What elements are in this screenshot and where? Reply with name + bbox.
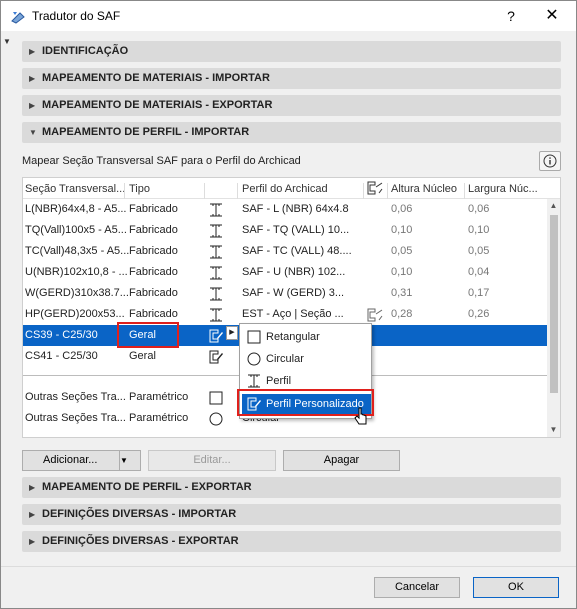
expand-arrow-icon: ▶: [29, 101, 36, 110]
footer-divider: [1, 566, 576, 567]
col-type[interactable]: Tipo: [129, 183, 150, 195]
profile-icon[interactable]: [209, 308, 223, 322]
table-row[interactable]: HP(GERD)200x53... Fabricado EST - Aço | …: [23, 304, 547, 325]
scroll-thumb[interactable]: [550, 215, 558, 393]
section-label: IDENTIFICAÇÃO: [42, 45, 129, 57]
section-label: MAPEAMENTO DE MATERIAIS - EXPORTAR: [42, 99, 273, 111]
section-label: DEFINIÇÕES DIVERSAS - IMPORTAR: [42, 508, 237, 520]
app-icon: [10, 9, 26, 25]
saf-translator-dialog: Tradutor do SAF ? ✕ ▼ ▶ IDENTIFICAÇÃO ▶ …: [0, 0, 577, 609]
section-profile-export[interactable]: ▶ MAPEAMENTO DE PERFIL - EXPORTAR: [22, 477, 561, 498]
delete-button[interactable]: Apagar: [283, 450, 400, 471]
dropdown-arrow-icon[interactable]: ▼: [119, 451, 141, 470]
col-section[interactable]: Seção Transversal...: [25, 183, 125, 195]
vertical-scrollbar[interactable]: ▲ ▼: [547, 199, 560, 437]
section-label: DEFINIÇÕES DIVERSAS - EXPORTAR: [42, 535, 239, 547]
close-button[interactable]: ✕: [539, 6, 565, 26]
profile-icon: [247, 374, 261, 388]
section-misc-export[interactable]: ▶ DEFINIÇÕES DIVERSAS - EXPORTAR: [22, 531, 561, 552]
scroll-down-icon[interactable]: ▼: [547, 425, 560, 435]
section-material-export[interactable]: ▶ MAPEAMENTO DE MATERIAIS - EXPORTAR: [22, 95, 561, 116]
table-row[interactable]: W(GERD)310x38.7... Fabricado SAF - W (GE…: [23, 283, 547, 304]
annotation-highlight-type: [117, 322, 179, 348]
custom-profile-icon[interactable]: [209, 350, 223, 364]
rectangle-icon[interactable]: [209, 391, 223, 405]
section-profile-import[interactable]: ▼ MAPEAMENTO DE PERFIL - IMPORTAR: [22, 122, 561, 143]
custom-profile-icon: [367, 308, 383, 322]
edit-button[interactable]: Editar...: [148, 450, 276, 471]
info-button[interactable]: [539, 151, 561, 171]
menu-item-rectangular[interactable]: Retangular: [242, 327, 371, 348]
profile-icon[interactable]: [209, 203, 223, 217]
expand-arrow-icon: ▶: [29, 483, 36, 492]
cancel-button[interactable]: Cancelar: [374, 577, 460, 598]
mapping-description: Mapear Seção Transversal SAF para o Perf…: [22, 155, 301, 167]
expand-arrow-icon: ▶: [29, 47, 36, 56]
scroll-up-icon[interactable]: ▲: [547, 201, 560, 211]
col-profile[interactable]: Perfil do Archicad: [242, 183, 328, 195]
col-core-height[interactable]: Altura Núcleo: [391, 183, 457, 195]
table-row[interactable]: L(NBR)64x4,8 - A5... Fabricado SAF - L (…: [23, 199, 547, 220]
mouse-cursor-icon: [354, 407, 368, 427]
table-row[interactable]: TC(Vall)48,3x5 - A5... Fabricado SAF - T…: [23, 241, 547, 262]
profile-icon[interactable]: [209, 266, 223, 280]
table-row[interactable]: TQ(Vall)100x5 - A5... Fabricado SAF - TQ…: [23, 220, 547, 241]
section-misc-import[interactable]: ▶ DEFINIÇÕES DIVERSAS - IMPORTAR: [22, 504, 561, 525]
rectangle-icon: [247, 330, 261, 344]
ok-button[interactable]: OK: [473, 577, 559, 598]
section-material-import[interactable]: ▶ MAPEAMENTO DE MATERIAIS - IMPORTAR: [22, 68, 561, 89]
expand-arrow-icon: ▶: [29, 510, 36, 519]
profile-icon[interactable]: [209, 287, 223, 301]
shape-menu-toggle[interactable]: ▶: [226, 326, 238, 340]
profile-icon[interactable]: [209, 245, 223, 259]
title-bar: Tradutor do SAF ? ✕: [1, 1, 576, 31]
pin-marker: ▼: [3, 37, 11, 46]
custom-profile-icon[interactable]: [209, 329, 223, 343]
circle-icon[interactable]: [209, 412, 223, 426]
expand-arrow-icon: ▶: [29, 537, 36, 546]
circle-icon: [247, 352, 261, 366]
section-label: MAPEAMENTO DE MATERIAIS - IMPORTAR: [42, 72, 270, 84]
col-core-width[interactable]: Largura Núc...: [468, 183, 538, 195]
window-title: Tradutor do SAF: [32, 9, 121, 23]
profile-col-icon: [367, 181, 383, 198]
section-label: MAPEAMENTO DE PERFIL - EXPORTAR: [42, 481, 252, 493]
section-label: MAPEAMENTO DE PERFIL - IMPORTAR: [42, 126, 250, 138]
table-header: Seção Transversal... Tipo Perfil do Arch…: [23, 178, 560, 199]
profile-icon[interactable]: [209, 224, 223, 238]
help-button[interactable]: ?: [501, 6, 521, 26]
info-icon: [543, 154, 557, 168]
add-button[interactable]: Adicionar... ▼: [22, 450, 141, 471]
table-row[interactable]: U(NBR)102x10,8 - ... Fabricado SAF - U (…: [23, 262, 547, 283]
menu-item-circular[interactable]: Circular: [242, 349, 371, 370]
section-identificacao[interactable]: ▶ IDENTIFICAÇÃO: [22, 41, 561, 62]
expand-arrow-icon: ▶: [29, 74, 36, 83]
collapse-arrow-icon: ▼: [29, 128, 37, 137]
